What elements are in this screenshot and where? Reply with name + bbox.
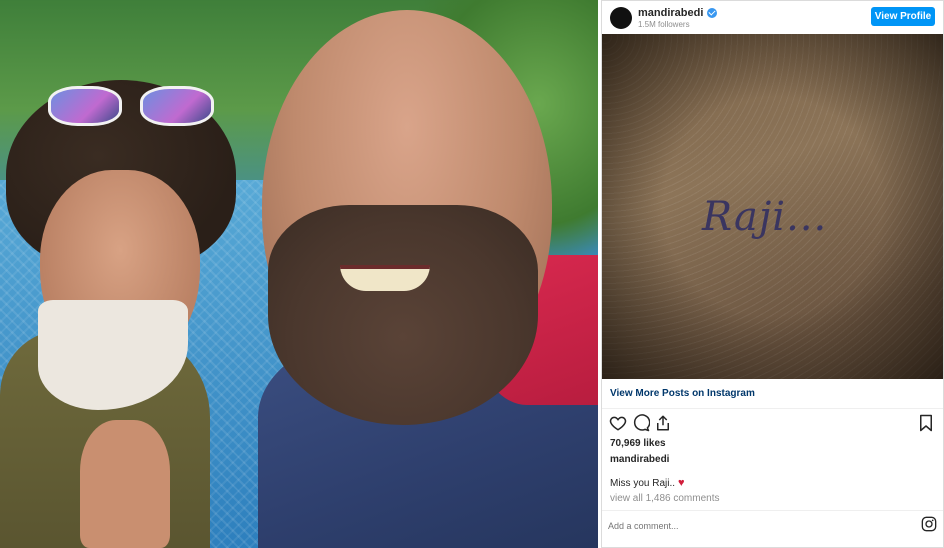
handwritten-text: Raji... bbox=[702, 194, 828, 240]
instagram-icon[interactable] bbox=[921, 516, 937, 532]
share-upload-icon[interactable] bbox=[654, 414, 672, 432]
heart-emoji-icon: ♥ bbox=[678, 477, 685, 489]
username-text: mandirabedi bbox=[638, 7, 704, 19]
action-bar bbox=[602, 411, 943, 435]
caption: Miss you Raji.. ♥ bbox=[610, 477, 685, 489]
like-count[interactable]: 70,969 likes bbox=[610, 438, 666, 449]
caption-username[interactable]: mandirabedi bbox=[610, 454, 669, 465]
woman-hand bbox=[80, 420, 170, 548]
caption-text: Miss you Raji.. bbox=[610, 477, 676, 489]
embed-header: mandirabedi 1.5M followers View Profile bbox=[602, 1, 943, 35]
man-smile bbox=[340, 265, 430, 291]
selfie-photo bbox=[0, 0, 598, 548]
speech-bubble-icon[interactable] bbox=[632, 414, 650, 432]
heart-outline-icon[interactable] bbox=[609, 414, 627, 432]
add-comment-bar bbox=[602, 510, 943, 539]
view-more-posts-link[interactable]: View More Posts on Instagram bbox=[602, 379, 943, 409]
comment-input[interactable] bbox=[608, 517, 898, 535]
view-profile-button[interactable]: View Profile bbox=[871, 7, 935, 26]
verified-badge-icon bbox=[707, 8, 718, 18]
view-comments-link[interactable]: view all 1,486 comments bbox=[610, 493, 720, 504]
avatar[interactable] bbox=[610, 7, 632, 29]
username-link[interactable]: mandirabedi bbox=[638, 7, 718, 19]
bookmark-icon[interactable] bbox=[917, 414, 935, 432]
instagram-embed: mandirabedi 1.5M followers View Profile … bbox=[601, 0, 944, 548]
man-beard bbox=[268, 205, 538, 425]
post-image[interactable]: Raji... bbox=[602, 34, 943, 379]
sunglasses bbox=[48, 86, 218, 130]
follower-count: 1.5M followers bbox=[638, 20, 690, 29]
